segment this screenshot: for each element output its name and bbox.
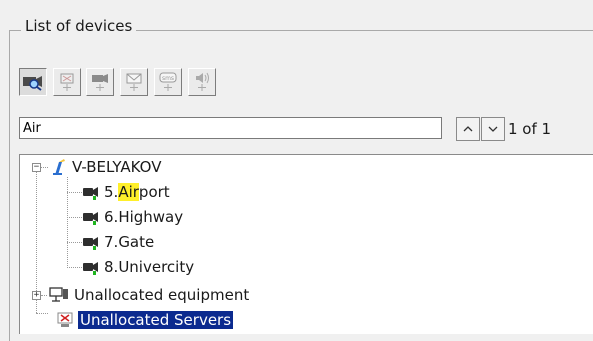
tree-node-unallocated-servers[interactable]: Unallocated Servers [56,310,234,330]
tree-connector [36,313,48,314]
camera-search-icon [23,76,42,91]
camera-icon [83,212,98,225]
search-input[interactable] [19,117,442,139]
tree-connector [67,242,82,243]
panel-title: List of devices [21,16,137,36]
tree-node-label: V-BELYAKOV [72,158,162,176]
tree-node-camera[interactable]: 6. Highway [82,207,183,227]
chevron-up-icon [463,126,473,132]
add-server-button[interactable] [53,68,81,96]
camera-search-button[interactable] [19,68,47,96]
search-match-highlight: Air [118,183,139,201]
camera-icon [83,187,98,200]
add-email-button[interactable] [120,68,148,96]
search-next-button[interactable] [481,117,505,141]
search-result-count: 1 of 1 [508,120,552,138]
add-sound-icon [196,72,209,91]
expand-equipment-toggle[interactable]: + [32,291,41,300]
tree-connector [41,167,48,168]
camera-number: 6. [104,208,119,226]
camera-number: 7. [104,233,119,251]
camera-name: Highway [118,208,184,226]
tree-node-camera[interactable]: 5. Air port [82,182,170,202]
tree-node-root[interactable]: V-BELYAKOV [50,157,161,177]
camera-icon [83,262,98,275]
unallocated-server-icon [57,312,73,327]
tree-node-label-selected: Unallocated Servers [78,311,234,329]
add-camera-button[interactable] [86,68,114,96]
camera-name: Univercity [118,258,195,276]
camera-number: 5. [104,183,119,201]
collapse-root-toggle[interactable]: − [32,163,41,172]
tree-connector [67,177,68,268]
camera-number: 8. [104,258,119,276]
server-icon [53,159,65,175]
add-sound-button[interactable] [188,68,216,96]
tree-connector [67,192,82,193]
equipment-icon [49,287,68,302]
tree-node-camera[interactable]: 7. Gate [82,232,154,252]
tree-node-unallocated-equipment[interactable]: Unallocated equipment [48,285,249,305]
camera-name: Gate [118,233,155,251]
chevron-down-icon [488,126,498,132]
add-email-icon [126,73,142,91]
svg-text:sms: sms [162,75,174,82]
add-sms-icon: sms [159,72,177,91]
tree-connector [67,217,82,218]
search-prev-button[interactable] [456,117,480,141]
tree-node-label: Unallocated equipment [74,286,250,304]
add-camera-icon [92,74,108,91]
camera-icon [83,237,98,250]
tree-connector [67,267,82,268]
tree-connector [41,295,47,296]
add-sms-button[interactable]: sms [154,68,182,96]
tree-node-camera[interactable]: 8. Univercity [82,257,194,277]
device-tree[interactable]: − V-BELYAKOV 5. Air port 6. Highway 7. G… [19,154,593,334]
camera-name: port [138,183,170,201]
add-server-icon [60,73,74,91]
